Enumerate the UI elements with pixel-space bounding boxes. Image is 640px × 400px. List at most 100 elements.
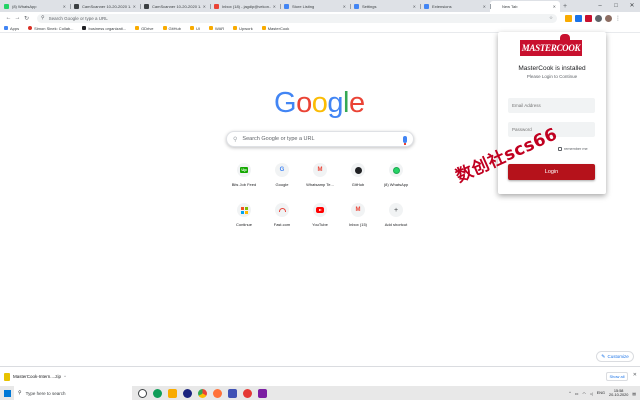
password-field[interactable] bbox=[508, 122, 595, 137]
popup-title: MasterCook is installed bbox=[518, 65, 586, 72]
task-view-icon[interactable] bbox=[138, 388, 147, 398]
taskbar-search[interactable]: ⚲ Type here to search bbox=[14, 386, 132, 400]
shortcut-tile[interactable]: M Inbox (15) bbox=[339, 200, 377, 230]
plus-icon: + bbox=[393, 206, 399, 214]
new-tab-plus-icon[interactable]: + bbox=[563, 1, 567, 12]
forward-arrow-icon[interactable]: → bbox=[13, 15, 22, 21]
tab-close-icon[interactable]: ✕ bbox=[273, 4, 276, 9]
bookmark-item[interactable]: MasterCook bbox=[261, 26, 289, 31]
tab-favicon-icon bbox=[4, 4, 9, 9]
tab-6[interactable]: Extensions ✕ bbox=[420, 1, 490, 12]
battery-icon[interactable]: ▭ bbox=[575, 391, 579, 396]
microsoft-icon bbox=[240, 206, 248, 214]
file-explorer-icon[interactable] bbox=[168, 388, 177, 398]
edge-icon[interactable] bbox=[153, 388, 162, 398]
checkbox-icon[interactable] bbox=[558, 147, 562, 151]
tab-close-icon[interactable]: ✕ bbox=[483, 4, 486, 9]
microphone-icon[interactable] bbox=[403, 135, 407, 145]
tab-7[interactable]: New Tab ✕ bbox=[490, 1, 560, 12]
tab-4[interactable]: Store Listing ✕ bbox=[280, 1, 350, 12]
extensions-puzzle-icon[interactable] bbox=[595, 14, 602, 22]
bookmark-item[interactable]: Apps bbox=[4, 26, 19, 31]
bookmark-star-icon[interactable]: ☆ bbox=[549, 15, 553, 21]
login-button[interactable]: Login bbox=[508, 164, 595, 180]
avatar[interactable] bbox=[605, 14, 612, 22]
bookmark-item[interactable]: UI bbox=[189, 26, 200, 31]
reload-icon[interactable]: ↻ bbox=[22, 15, 31, 22]
clock[interactable]: 15:58 20-10-2020 bbox=[609, 389, 628, 398]
notification-icon[interactable]: ▤ bbox=[632, 391, 636, 396]
tab-5[interactable]: Settings ✕ bbox=[350, 1, 420, 12]
tab-close-icon[interactable]: ✕ bbox=[553, 4, 556, 9]
app-icon[interactable] bbox=[228, 388, 237, 398]
shortcut-label: GitHub bbox=[351, 182, 365, 187]
shortcut-tile[interactable]: GitHub bbox=[339, 160, 377, 190]
folder-icon bbox=[135, 26, 140, 30]
close-window-icon[interactable]: ✕ bbox=[624, 0, 640, 12]
google-search-box[interactable]: ⚲ Search Google or type a URL bbox=[226, 131, 414, 147]
maximize-icon[interactable]: □ bbox=[608, 0, 624, 12]
start-button[interactable] bbox=[0, 386, 14, 400]
app-icon[interactable] bbox=[243, 388, 252, 398]
language-indicator[interactable]: ENG bbox=[597, 391, 605, 395]
bookmark-item[interactable]: GDrive bbox=[135, 26, 154, 31]
taskbar-search-placeholder: Type here to search bbox=[25, 390, 66, 396]
tab-2[interactable]: CamScanner 10-20-2020 1... ✕ bbox=[140, 1, 210, 12]
shortcut-tile[interactable]: (8) WhatsApp bbox=[377, 160, 415, 190]
google-icon: G bbox=[279, 167, 285, 173]
chrome-icon[interactable] bbox=[198, 388, 207, 398]
bookmark-item[interactable]: GitHub bbox=[162, 26, 181, 31]
shortcut-tile[interactable]: Fast.com bbox=[263, 200, 301, 230]
minimize-icon[interactable]: – bbox=[592, 0, 608, 12]
close-icon[interactable]: ✕ bbox=[633, 372, 637, 378]
tab-0[interactable]: (8) WhatsApp ✕ bbox=[0, 1, 70, 12]
mastercook-extension-icon[interactable] bbox=[585, 14, 592, 22]
download-item[interactable]: MasterCook-Intern....zip ^ bbox=[4, 372, 66, 381]
back-arrow-icon[interactable]: ← bbox=[4, 15, 13, 21]
firefox-icon[interactable] bbox=[213, 388, 222, 398]
bookmark-label: business organizati... bbox=[88, 25, 127, 31]
remember-me-checkbox[interactable]: remember me bbox=[558, 147, 588, 151]
chevron-up-icon[interactable]: ^ bbox=[569, 391, 571, 395]
red-dot-icon bbox=[28, 26, 33, 30]
shortcut-tile[interactable]: M Whatsamp Te... bbox=[301, 160, 339, 190]
tab-favicon-icon bbox=[424, 4, 429, 9]
tab-favicon-icon bbox=[354, 4, 359, 9]
bookmark-item[interactable]: business organizati... bbox=[82, 26, 126, 31]
extension-yellow-icon[interactable] bbox=[565, 14, 572, 22]
shortcut-tile[interactable]: Continue bbox=[225, 200, 263, 230]
shortcut-tile[interactable]: G Google bbox=[263, 160, 301, 190]
tab-3[interactable]: Inbox (18) - jagdip@vekon... ✕ bbox=[210, 1, 280, 12]
shortcut-label: Inbox (15) bbox=[348, 222, 367, 227]
mastercook-popup: MASTERCOOK MasterCook is installed Pleas… bbox=[498, 32, 606, 194]
tab-close-icon[interactable]: ✕ bbox=[203, 4, 206, 9]
tab-close-icon[interactable]: ✕ bbox=[413, 4, 416, 9]
shortcut-tile[interactable]: YouTube bbox=[301, 200, 339, 230]
popup-subtitle: Please Login to Continue bbox=[526, 74, 578, 79]
extension-blue-icon[interactable] bbox=[575, 14, 582, 22]
chevron-up-icon[interactable]: ^ bbox=[64, 374, 66, 379]
shortcut-tile[interactable]: + Add shortcut bbox=[377, 200, 415, 230]
system-tray: ^ ▭ ◠ ◁ ENG 15:58 20-10-2020 ▤ bbox=[569, 386, 636, 400]
email-field[interactable] bbox=[508, 98, 595, 113]
bookmark-item[interactable]: Upwork bbox=[233, 26, 253, 31]
remember-me-label: remember me bbox=[564, 147, 588, 151]
upwork-icon: Up bbox=[240, 167, 248, 173]
app-icon[interactable] bbox=[183, 388, 192, 398]
show-all-button[interactable]: Show all bbox=[606, 372, 628, 381]
tab-1[interactable]: CamScanner 10-20-2020 1... ✕ bbox=[70, 1, 140, 12]
address-bar[interactable]: ⚲ Search Google or type a URL ☆ bbox=[37, 13, 557, 23]
visual-studio-icon[interactable] bbox=[258, 388, 267, 398]
bookmark-item[interactable]: Simon Sinek: Collab... bbox=[28, 26, 73, 31]
tab-favicon-icon bbox=[494, 4, 499, 9]
shortcut-tile[interactable]: Up Bits Job Feed bbox=[225, 160, 263, 190]
tab-close-icon[interactable]: ✕ bbox=[63, 4, 66, 9]
volume-icon[interactable]: ◁ bbox=[590, 391, 593, 396]
tab-close-icon[interactable]: ✕ bbox=[343, 4, 346, 9]
tab-close-icon[interactable]: ✕ bbox=[133, 4, 136, 9]
extension-icons bbox=[565, 14, 612, 22]
customize-button[interactable]: ✎ Customize bbox=[596, 351, 634, 362]
bookmark-item[interactable]: WAR bbox=[208, 26, 224, 31]
wifi-icon[interactable]: ◠ bbox=[582, 391, 585, 396]
menu-dots-icon[interactable]: ⋮ bbox=[615, 15, 621, 22]
